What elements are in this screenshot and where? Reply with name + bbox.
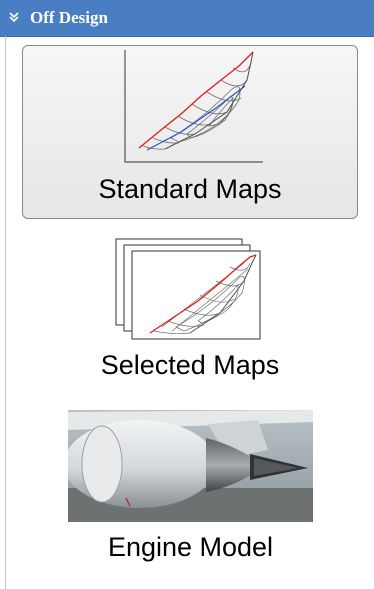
engine-model-button[interactable]: Engine Model [68,410,313,580]
off-design-header[interactable]: Off Design [0,0,374,37]
standard-maps-button[interactable]: Standard Maps [22,45,358,219]
panel-title: Off Design [30,8,108,27]
stacked-maps-icon [115,238,261,340]
compressor-map-icon [124,50,263,163]
selected-maps-button[interactable]: Selected Maps [90,232,290,392]
engine-photo [68,410,313,522]
selected-maps-label: Selected Maps [100,350,280,380]
standard-maps-label: Standard Maps [98,174,282,204]
panel-divider [5,36,6,589]
engine-model-label: Engine Model [107,532,274,562]
double-chevron-icon[interactable] [8,11,22,25]
